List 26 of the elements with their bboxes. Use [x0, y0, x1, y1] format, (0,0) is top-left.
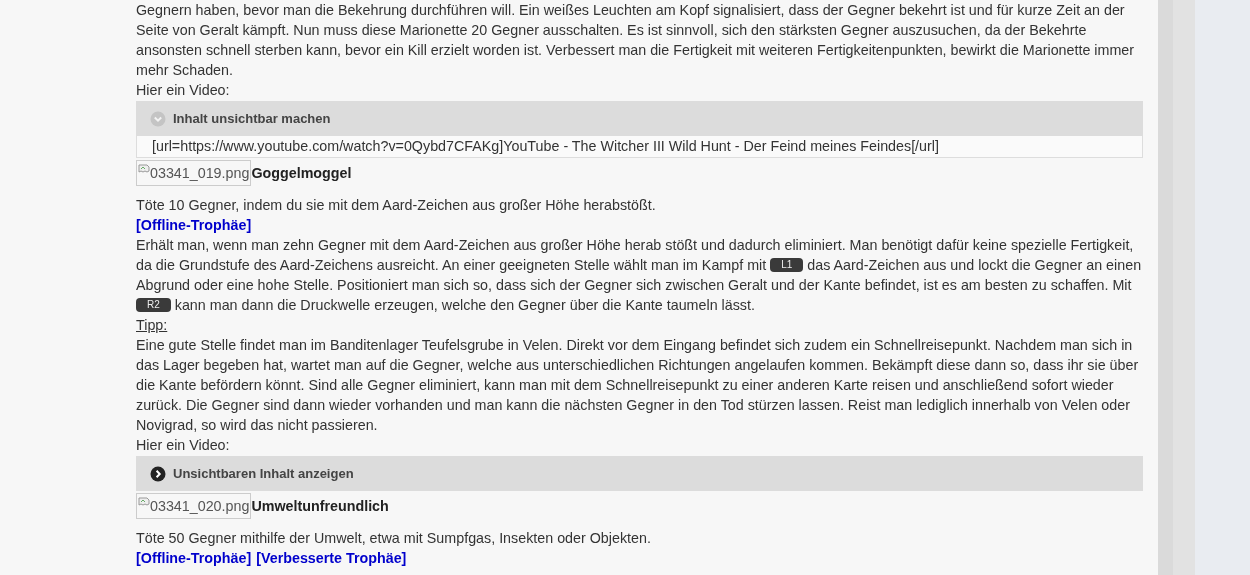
- spoiler-toggle[interactable]: Inhalt unsichtbar machen: [136, 101, 1143, 136]
- chevron-down-icon: [150, 110, 166, 127]
- tip-label: Tipp:: [136, 316, 169, 335]
- image-alt-text: 03341_019.png: [150, 164, 250, 183]
- broken-image-icon: [138, 497, 150, 509]
- trophy-title: Goggelmoggel: [251, 164, 352, 183]
- spoiler-toggle[interactable]: Unsichtbaren Inhalt anzeigen: [136, 456, 1143, 491]
- paragraph: Eine gute Stelle findet man im Banditenlager Teufelsgrube in Velen. Direkt vor dem Eingang befindet sich zudem ein Schnellreisepunkt. Nachdem man sich in das Lager begeben hat, wartet man auf die Gegner, welche aus unterschiedlichen Richtungen angelaufen kommen. Bekämpft diese dann so, dass ihr sie über die Kante befördern könnt. Sind alle Gegner eliminiert, kann man mit dem Schnellreisepunkt zu einer anderen Karte reisen und anschließend sofort wieder zurück. Die Gegner sind dann wieder vorhanden und man kann die nächsten Gegner in den Tod stürzen lassen. Reist man lediglich innerhalb von Velen oder Novigrad, so wird das nicht passieren.: [136, 336, 1140, 435]
- trophy-title: Umweltunfreundlich: [251, 497, 389, 516]
- paragraph: Gegnern haben, bevor man die Bekehrung durchführen will. Ein weißes Leuchten am Kopf signalisiert, dass der Gegner bekehrt ist und für kurze Zeit an der Seite von Geralt kämpft. Nun muss diese Marionette 20 Gegner ausschalten. Es ist sinnvoll, sich den stärksten Gegner auszusuchen, da der Bekehrte ansonsten schnell sterben kann, bevor ein Kill erzielt worden ist. Verbessert man die Fertigkeit mit weiteren Fertigkeitenpunkten, bewirkt die Marionette immer mehr Schaden.: [136, 1, 1136, 80]
- chevron-right-icon: [150, 465, 166, 482]
- trophy-type-link[interactable]: [Offline-Trophäe]: [136, 550, 252, 566]
- trophy-type-link[interactable]: [Verbesserte Trophäe]: [256, 550, 407, 566]
- spoiler-title: Unsichtbaren Inhalt anzeigen: [173, 464, 354, 483]
- spoiler-content: [url=https://www.youtube.com/watch?v=0Qybd7CFAKg]YouTube - The Witcher III Wild Hunt - Der Feind meines Feindes[/url]: [136, 136, 1143, 158]
- paragraph: Erhält man, wenn man zehn Gegner mit dem Aard-Zeichen aus großer Höhe herab stößt und dadurch eliminiert. Man benötigt dafür keine spezielle Fertigkeit, da die Grundstufe des Aard-Zeichens ausreicht. An einer geeigneten Stelle wählt man im Kampf mit L1 das Aard-Zeichen aus und lockt die Gegner an einen Abgrund oder eine hohe Stelle. Positioniert man sich so, dass sich der Gegner sich zwischen Geralt und der Kante befindet, ist es am besten zu schaffen. Mit R2 kann man dann die Druckwelle erzeugen, welche den Gegner über die Kante taumeln lässt.: [136, 236, 1143, 315]
- controller-button-badge: R2: [136, 298, 171, 313]
- text-line: Hier ein Video:: [136, 81, 231, 100]
- text-line: Töte 50 Gegner mithilfe der Umwelt, etwa mit Sumpfgas, Insekten oder Objekten.: [136, 529, 652, 548]
- controller-button-badge: L1: [770, 258, 804, 273]
- text-line: Töte 10 Gegner, indem du sie mit dem Aard-Zeichen aus großer Höhe herabstößt.: [136, 196, 657, 215]
- trophy-type-link[interactable]: [Offline-Trophäe]: [136, 217, 252, 233]
- broken-image-icon: [138, 164, 150, 176]
- text-line: Hier ein Video:: [136, 436, 231, 455]
- image-alt-text: 03341_020.png: [150, 497, 250, 516]
- spoiler-title: Inhalt unsichtbar machen: [173, 109, 331, 128]
